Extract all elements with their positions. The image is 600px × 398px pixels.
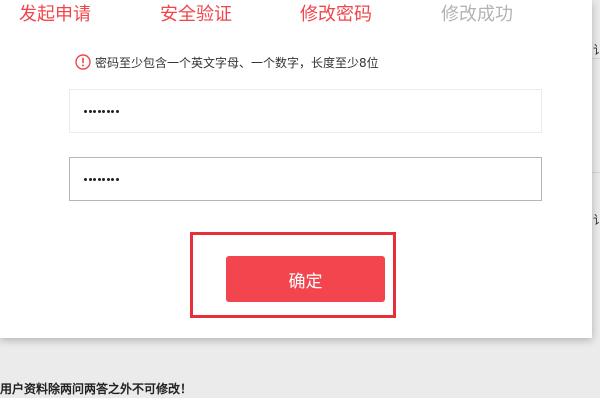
step-indicator: 发起申请 安全验证 修改密码 修改成功 — [0, 2, 592, 30]
confirm-button[interactable]: 确定 — [226, 256, 385, 302]
password-mask-dot — [97, 109, 101, 113]
password-mask-dot — [106, 109, 110, 113]
step-success: 修改成功 — [441, 4, 513, 25]
alert-circle-icon — [75, 54, 91, 70]
masked-password — [84, 109, 119, 113]
step-change-password: 修改密码 — [300, 4, 372, 25]
password-mask-dot — [106, 177, 110, 181]
password-mask-dot — [88, 109, 92, 113]
password-mask-dot — [115, 177, 119, 181]
background-divider — [592, 58, 600, 59]
password-mask-dot — [102, 177, 105, 181]
change-password-dialog: 发起申请 安全验证 修改密码 修改成功 密码至少包含一个英文字母、一个数字，长度… — [0, 0, 592, 338]
background-divider — [592, 172, 600, 173]
confirm-password-input[interactable] — [69, 157, 542, 201]
password-hint-text: 密码至少包含一个英文字母、一个数字，长度至少8位 — [95, 55, 379, 70]
new-password-input[interactable] — [69, 89, 542, 133]
password-mask-dot — [102, 109, 105, 113]
masked-password — [84, 177, 119, 181]
password-mask-dot — [97, 177, 101, 181]
password-mask-dot — [84, 177, 87, 181]
step-apply: 发起申请 — [19, 4, 91, 25]
password-mask-dot — [111, 109, 114, 113]
password-mask-dot — [84, 109, 87, 113]
password-mask-dot — [93, 109, 96, 113]
password-mask-dot — [93, 177, 96, 181]
background-notice: 用户资料除两问两答之外不可修改！ — [0, 382, 193, 396]
password-mask-dot — [88, 177, 92, 181]
step-verify: 安全验证 — [160, 4, 232, 25]
password-hint: 密码至少包含一个英文字母、一个数字，长度至少8位 — [75, 53, 379, 71]
password-mask-dot — [111, 177, 114, 181]
background-edge-text: 讠 — [593, 43, 600, 57]
password-mask-dot — [115, 109, 119, 113]
background-edge-text: 讠 — [593, 213, 600, 227]
